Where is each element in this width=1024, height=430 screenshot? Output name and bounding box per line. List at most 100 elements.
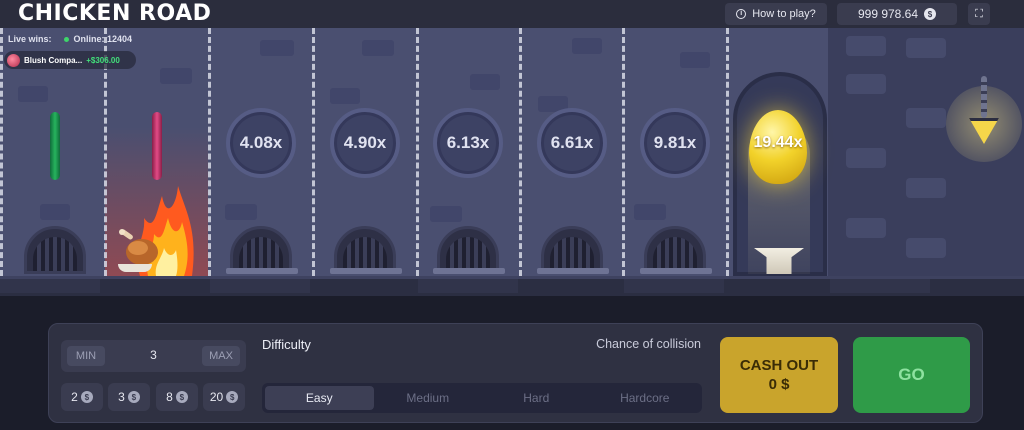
bet-chip-button[interactable]: 20 $ [203, 383, 245, 411]
dollar-coin-icon: $ [924, 8, 937, 20]
online-status: Online: 12404 [63, 34, 133, 44]
multiplier-coin[interactable]: 4.90x [330, 108, 400, 178]
balance-value: 999 978.64 [857, 7, 919, 21]
fullscreen-icon: ⛶ [975, 7, 983, 20]
go-button[interactable]: GO [853, 337, 970, 413]
multiplier-coin[interactable]: 4.08x [226, 108, 296, 178]
sewer-grate [230, 226, 292, 274]
cash-out-label: CASH OUT [739, 357, 819, 374]
wall-stone [906, 238, 946, 258]
multiplier-coin[interactable]: 6.13x [433, 108, 503, 178]
difficulty-tab-medium[interactable]: Medium [374, 386, 483, 410]
win-amount: +$306.00 [86, 55, 120, 65]
wall-stone [846, 218, 886, 238]
dollar-coin-icon: $ [226, 391, 239, 403]
bet-chip-button[interactable]: 3 $ [108, 383, 150, 411]
bet-chip-value: 20 [209, 390, 224, 404]
live-wins-bar: Live wins: Online: 12404 [8, 34, 132, 44]
multiplier-coin[interactable]: 6.61x [537, 108, 607, 178]
lane-divider [519, 28, 522, 276]
wall-stone [846, 36, 886, 56]
wall-brick [18, 86, 48, 102]
lane-plank [226, 268, 298, 274]
collision-chance-label: Chance of collision [596, 337, 701, 351]
lane-plank [537, 268, 609, 274]
roast-plate [118, 264, 152, 272]
wall-stone [906, 108, 946, 128]
wall-brick [225, 204, 257, 220]
road-step [0, 279, 100, 293]
wall-stone [846, 74, 886, 94]
bet-chip-value: 3 [118, 390, 125, 404]
lane-divider [726, 28, 729, 276]
sewer-grate [644, 226, 706, 274]
difficulty-tab-easy[interactable]: Easy [265, 386, 374, 410]
wall-brick [634, 204, 666, 220]
red-side-token [152, 112, 162, 180]
difficulty-label: Difficulty [262, 337, 311, 352]
lane-plank [433, 268, 505, 274]
balance-display: 999 978.64 $ [837, 3, 957, 25]
road-step [830, 279, 930, 293]
difficulty-selector: Easy Medium Hard Hardcore [262, 383, 702, 413]
wall-brick [430, 206, 462, 222]
avatar [7, 53, 20, 67]
wall-brick [470, 74, 500, 90]
lane-divider [312, 28, 315, 276]
sewer-grate [437, 226, 499, 274]
road-step [624, 279, 724, 293]
wall-stone [906, 38, 946, 58]
live-win-card: Blush Compa... +$306.00 [4, 51, 136, 69]
difficulty-tab-hard[interactable]: Hard [482, 386, 591, 410]
bet-min-button[interactable]: MIN [67, 346, 105, 366]
wall-brick [572, 38, 602, 54]
wall-stone [846, 148, 886, 168]
online-label: Online: [73, 34, 105, 44]
bet-chip-value: 2 [71, 390, 78, 404]
dollar-coin-icon: $ [80, 391, 93, 403]
green-side-token [50, 112, 60, 180]
info-icon: i [736, 9, 747, 19]
roast-chicken-icon [119, 229, 158, 265]
wall-brick [330, 88, 360, 104]
lane-divider [0, 28, 3, 276]
lane-divider [208, 28, 211, 276]
lane-divider [416, 28, 419, 276]
how-to-play-button[interactable]: i How to play? [725, 3, 827, 25]
road-step [418, 279, 518, 293]
lane-plank [640, 268, 712, 274]
wall-brick [260, 40, 294, 56]
win-player-name: Blush Compa... [24, 55, 83, 65]
dollar-coin-icon: $ [127, 391, 140, 403]
final-multiplier: 19.44x [753, 134, 803, 151]
wall-brick [680, 52, 710, 68]
bet-amount-input[interactable]: 3 [111, 348, 196, 362]
wall-brick [40, 204, 70, 220]
bet-chip-button[interactable]: 8 $ [156, 383, 198, 411]
live-wins-label: Live wins: [8, 34, 52, 44]
game-scene: 4.08x 4.90x 6.13x 6.61x 9.81x 19.44x Liv… [0, 28, 1024, 276]
road-step [210, 279, 310, 293]
bet-chip-button[interactable]: 2 $ [61, 383, 103, 411]
lamp-chain [981, 76, 987, 118]
sewer-grate [541, 226, 603, 274]
dollar-coin-icon: $ [175, 391, 188, 403]
online-count: 12404 [107, 34, 133, 44]
how-to-play-label: How to play? [752, 8, 816, 20]
bet-max-button[interactable]: MAX [202, 346, 240, 366]
top-bar: CHICKEN ROAD i How to play? 999 978.64 $… [0, 0, 1024, 28]
cash-out-button[interactable]: CASH OUT 0 $ [720, 337, 838, 413]
wall-brick [362, 40, 394, 56]
bet-chip-value: 8 [166, 390, 173, 404]
multiplier-coin[interactable]: 9.81x [640, 108, 710, 178]
bet-amount-stepper[interactable]: MIN 3 MAX [61, 340, 246, 372]
sewer-grate [24, 226, 86, 274]
wall-stone [906, 178, 946, 198]
sewer-grate [334, 226, 396, 274]
online-dot-icon [63, 37, 69, 42]
game-logo: CHICKEN ROAD [18, 1, 212, 26]
fullscreen-button[interactable]: ⛶ [968, 3, 990, 25]
cash-out-amount: 0 $ [768, 376, 790, 393]
difficulty-tab-hardcore[interactable]: Hardcore [591, 386, 700, 410]
lane-divider [622, 28, 625, 276]
